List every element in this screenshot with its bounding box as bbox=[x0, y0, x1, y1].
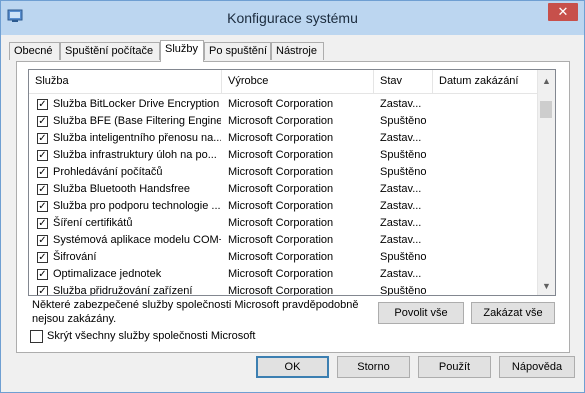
service-status: Spuštěno bbox=[380, 115, 427, 127]
ok-button[interactable]: OK bbox=[256, 356, 329, 378]
table-row[interactable]: ✓ Služba BFE (Base Filtering Engine) Micro… bbox=[29, 113, 537, 130]
system-configuration-window: Konfigurace systému ✕ Obecné Spuštění po… bbox=[0, 0, 585, 393]
service-checkbox[interactable]: ✓ bbox=[37, 184, 48, 195]
tab-label: Nástroje bbox=[276, 45, 317, 57]
table-row[interactable]: ✓ Systémová aplikace modelu COM+ Microsoft… bbox=[29, 232, 537, 249]
service-name: Šíření certifikátů bbox=[53, 217, 133, 229]
tab-label: Obecné bbox=[14, 45, 53, 57]
service-vendor: Microsoft Corporation bbox=[228, 149, 334, 161]
scroll-down-button[interactable]: ▼ bbox=[538, 278, 555, 295]
column-header-status[interactable]: Stav bbox=[374, 70, 433, 93]
list-header: Služba Výrobce Stav Datum zakázání bbox=[29, 70, 537, 94]
service-status: Zastav... bbox=[380, 132, 422, 144]
service-vendor: Microsoft Corporation bbox=[228, 183, 334, 195]
tab-label: Spuštění počítače bbox=[65, 45, 154, 57]
tab-startup[interactable]: Spuštění počítače bbox=[60, 42, 160, 60]
service-vendor: Microsoft Corporation bbox=[228, 285, 334, 296]
service-checkbox[interactable]: ✓ bbox=[37, 235, 48, 246]
table-row[interactable]: ✓ Šíření certifikátů Microsoft Corporation… bbox=[29, 215, 537, 232]
service-name: Systémová aplikace modelu COM+ bbox=[53, 234, 221, 246]
window-title: Konfigurace systému bbox=[227, 10, 358, 26]
service-checkbox[interactable]: ✓ bbox=[37, 218, 48, 229]
service-status: Spuštěno bbox=[380, 166, 427, 178]
service-checkbox[interactable]: ✓ bbox=[37, 201, 48, 212]
service-checkbox[interactable]: ✓ bbox=[37, 133, 48, 144]
service-vendor: Microsoft Corporation bbox=[228, 268, 334, 280]
tab-label: Po spuštění bbox=[209, 45, 268, 57]
service-name: Služba inteligentního přenosu na... bbox=[53, 132, 221, 144]
service-status: Spuštěno bbox=[380, 285, 427, 296]
help-button[interactable]: Nápověda bbox=[499, 356, 575, 378]
protected-services-note: Některé zabezpečené služby společnosti M… bbox=[32, 299, 359, 325]
service-checkbox[interactable]: ✓ bbox=[37, 116, 48, 127]
services-list[interactable]: Služba Výrobce Stav Datum zakázání ✓ Služ… bbox=[28, 69, 556, 296]
service-vendor: Microsoft Corporation bbox=[228, 234, 334, 246]
table-row[interactable]: ✓ Služba BitLocker Drive Encryption Micros… bbox=[29, 96, 537, 113]
service-name: Prohledávání počítačů bbox=[53, 166, 163, 178]
title-bar[interactable]: Konfigurace systému ✕ bbox=[1, 1, 584, 35]
service-status: Zastav... bbox=[380, 98, 422, 110]
tab-label: Služby bbox=[165, 43, 199, 55]
enable-all-button[interactable]: Povolit vše bbox=[378, 302, 464, 324]
service-status: Spuštěno bbox=[380, 149, 427, 161]
service-status: Zastav... bbox=[380, 217, 422, 229]
table-row[interactable]: ✓ Služba Bluetooth Handsfree Microsoft Cor… bbox=[29, 181, 537, 198]
vertical-scrollbar[interactable]: ▲ ▼ bbox=[537, 70, 555, 295]
service-name: Optimalizace jednotek bbox=[53, 268, 162, 280]
service-status: Zastav... bbox=[380, 183, 422, 195]
service-vendor: Microsoft Corporation bbox=[228, 115, 334, 127]
chevron-down-icon: ▼ bbox=[542, 281, 551, 291]
close-icon: ✕ bbox=[557, 4, 569, 19]
close-button[interactable]: ✕ bbox=[548, 3, 578, 21]
service-checkbox[interactable]: ✓ bbox=[37, 269, 48, 280]
cancel-button[interactable]: Storno bbox=[337, 356, 410, 378]
tab-after-startup[interactable]: Po spuštění bbox=[204, 42, 271, 60]
service-checkbox[interactable]: ✓ bbox=[37, 167, 48, 178]
scroll-up-button[interactable]: ▲ bbox=[538, 73, 555, 90]
service-status: Spuštěno bbox=[380, 251, 427, 263]
service-checkbox[interactable]: ✓ bbox=[37, 99, 48, 110]
service-vendor: Microsoft Corporation bbox=[228, 217, 334, 229]
column-header-service[interactable]: Služba bbox=[29, 70, 222, 93]
service-name: Služba přidružování zařízení bbox=[53, 285, 193, 296]
apply-button[interactable]: Použít bbox=[418, 356, 491, 378]
service-vendor: Microsoft Corporation bbox=[228, 166, 334, 178]
tab-tools[interactable]: Nástroje bbox=[271, 42, 324, 60]
service-checkbox[interactable]: ✓ bbox=[37, 252, 48, 263]
table-row[interactable]: ✓ Šifrování Microsoft Corporation Spuštěno bbox=[29, 249, 537, 266]
service-status: Zastav... bbox=[380, 268, 422, 280]
tab-services[interactable]: Služby bbox=[160, 40, 204, 62]
service-checkbox[interactable]: ✓ bbox=[37, 150, 48, 161]
service-status: Zastav... bbox=[380, 200, 422, 212]
table-row[interactable]: ✓ Služba přidružování zařízení Microsoft C… bbox=[29, 283, 537, 296]
service-vendor: Microsoft Corporation bbox=[228, 98, 334, 110]
service-name: Šifrování bbox=[53, 251, 97, 263]
table-row[interactable]: ✓ Služba infrastruktury úloh na po... Micr… bbox=[29, 147, 537, 164]
column-header-disabled-date[interactable]: Datum zakázání bbox=[433, 70, 537, 93]
table-row[interactable]: ✓ Služba pro podporu technologie ... Micro… bbox=[29, 198, 537, 215]
table-row[interactable]: ✓ Optimalizace jednotek Microsoft Corporat… bbox=[29, 266, 537, 283]
table-row[interactable]: ✓ Prohledávání počítačů Microsoft Corporat… bbox=[29, 164, 537, 181]
service-name: Služba pro podporu technologie ... bbox=[53, 200, 221, 212]
chevron-up-icon: ▲ bbox=[542, 76, 551, 86]
disable-all-button[interactable]: Zakázat vše bbox=[471, 302, 555, 324]
hide-microsoft-services-checkbox[interactable] bbox=[30, 330, 43, 343]
service-name: Služba BitLocker Drive Encryption bbox=[53, 98, 220, 110]
tab-general[interactable]: Obecné bbox=[9, 42, 60, 60]
service-vendor: Microsoft Corporation bbox=[228, 251, 334, 263]
service-name: Služba BFE (Base Filtering Engine) bbox=[53, 115, 221, 127]
hide-microsoft-services-label: Skrýt všechny služby společnosti Microso… bbox=[47, 330, 256, 342]
table-row[interactable]: ✓ Služba inteligentního přenosu na... Micr… bbox=[29, 130, 537, 147]
service-vendor: Microsoft Corporation bbox=[228, 132, 334, 144]
service-checkbox[interactable]: ✓ bbox=[37, 286, 48, 295]
service-name: Služba infrastruktury úloh na po... bbox=[53, 149, 217, 161]
service-name: Služba Bluetooth Handsfree bbox=[53, 183, 190, 195]
column-header-vendor[interactable]: Výrobce bbox=[222, 70, 374, 93]
service-vendor: Microsoft Corporation bbox=[228, 200, 334, 212]
scroll-thumb[interactable] bbox=[540, 101, 552, 118]
service-status: Zastav... bbox=[380, 234, 422, 246]
